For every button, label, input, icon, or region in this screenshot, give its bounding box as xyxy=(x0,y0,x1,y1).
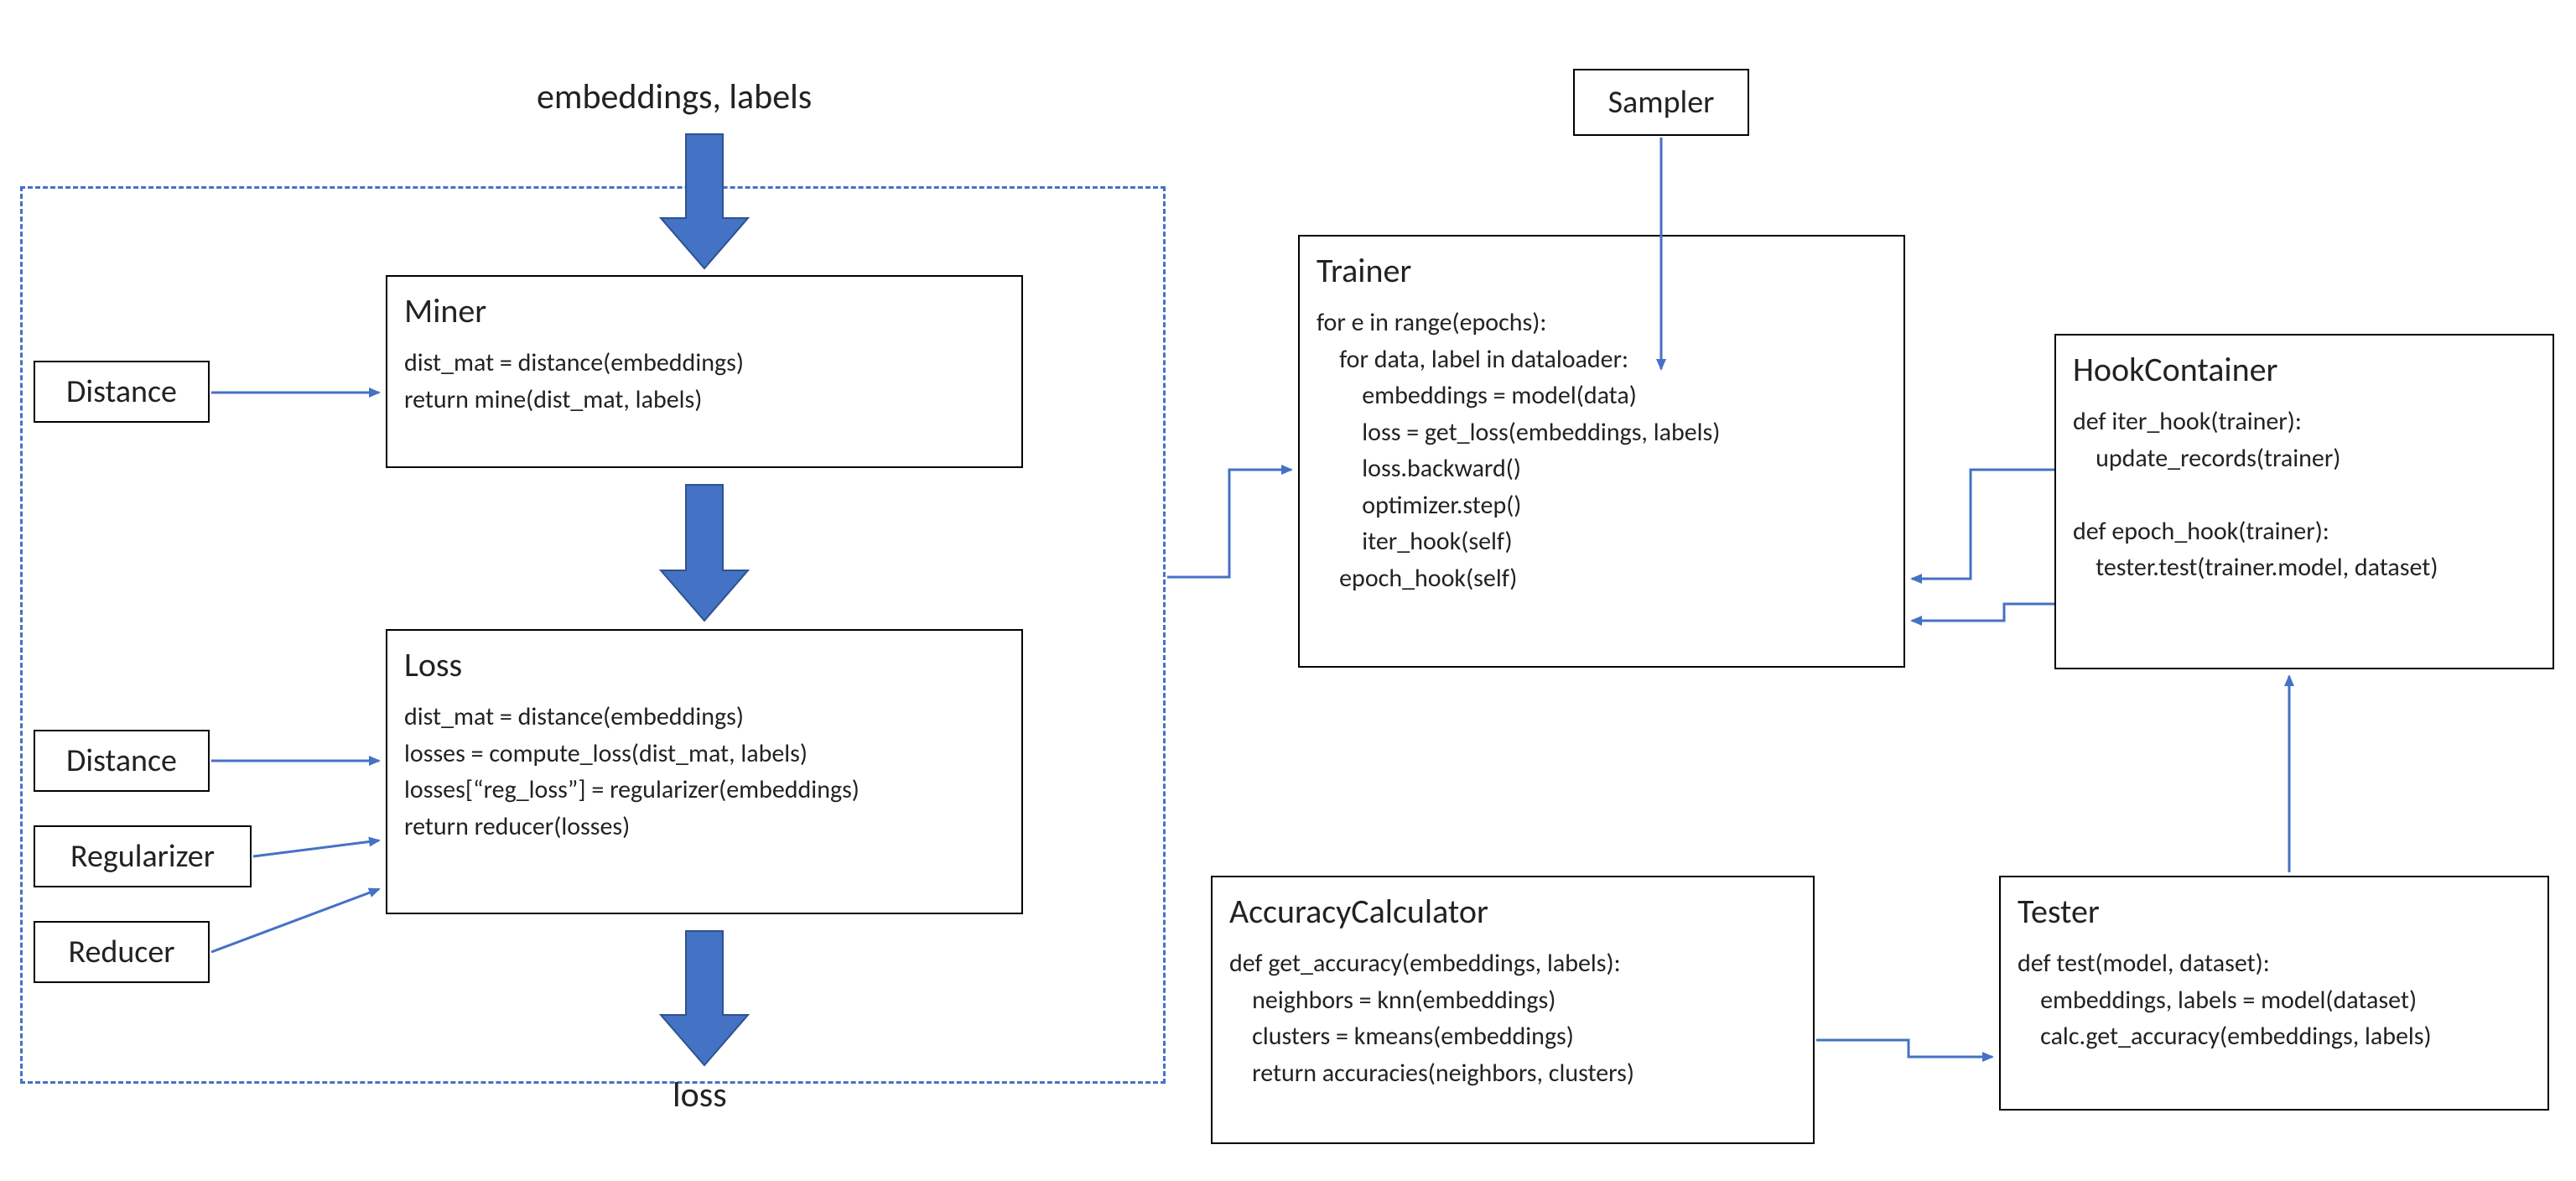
accuracycalculator-body: def get_accuracy(embeddings, labels): ne… xyxy=(1229,945,1796,1091)
diagram-canvas: embeddings, labels Miner dist_mat = dist… xyxy=(0,0,2576,1181)
reducer-box: Reducer xyxy=(34,921,210,983)
loss-output-label: loss xyxy=(673,1074,727,1116)
loss-title: Loss xyxy=(404,644,1005,685)
arrow-pipeline-trainer xyxy=(1167,470,1291,577)
accuracycalculator-box: AccuracyCalculator def get_accuracy(embe… xyxy=(1211,876,1815,1144)
thick-arrow-input-miner xyxy=(661,134,748,268)
trainer-title: Trainer xyxy=(1317,250,1887,291)
arrow-reducer-loss xyxy=(211,889,379,952)
hookcontainer-title: HookContainer xyxy=(2073,349,2536,390)
hookcontainer-body: def iter_hook(trainer): update_records(t… xyxy=(2073,403,2536,586)
tester-body: def test(model, dataset): embeddings, la… xyxy=(2018,945,2531,1055)
distance-box-1: Distance xyxy=(34,361,210,423)
arrow-accuracy-tester xyxy=(1816,1040,1992,1057)
arrow-epochhook-hook xyxy=(1912,604,2054,621)
tester-box: Tester def test(model, dataset): embeddi… xyxy=(1999,876,2549,1111)
thick-arrow-loss-output xyxy=(661,931,748,1065)
accuracycalculator-title: AccuracyCalculator xyxy=(1229,891,1796,932)
input-label: embeddings, labels xyxy=(537,75,812,118)
tester-title: Tester xyxy=(2018,891,2531,932)
miner-box: Miner dist_mat = distance(embeddings) re… xyxy=(386,275,1023,468)
distance-box-2: Distance xyxy=(34,730,210,792)
hookcontainer-box: HookContainer def iter_hook(trainer): up… xyxy=(2054,334,2554,669)
trainer-body: for e in range(epochs): for data, label … xyxy=(1317,304,1887,596)
regularizer-box: Regularizer xyxy=(34,825,252,887)
miner-title: Miner xyxy=(404,290,1005,331)
miner-body: dist_mat = distance(embeddings) return m… xyxy=(404,345,1005,418)
loss-body: dist_mat = distance(embeddings) losses =… xyxy=(404,699,1005,845)
arrow-iterhook-hook xyxy=(1912,470,2054,579)
arrow-regularizer-loss xyxy=(253,840,379,856)
sampler-box: Sampler xyxy=(1573,69,1749,136)
thick-arrow-miner-loss xyxy=(661,485,748,621)
trainer-box: Trainer for e in range(epochs): for data… xyxy=(1298,235,1905,668)
loss-box: Loss dist_mat = distance(embeddings) los… xyxy=(386,629,1023,914)
